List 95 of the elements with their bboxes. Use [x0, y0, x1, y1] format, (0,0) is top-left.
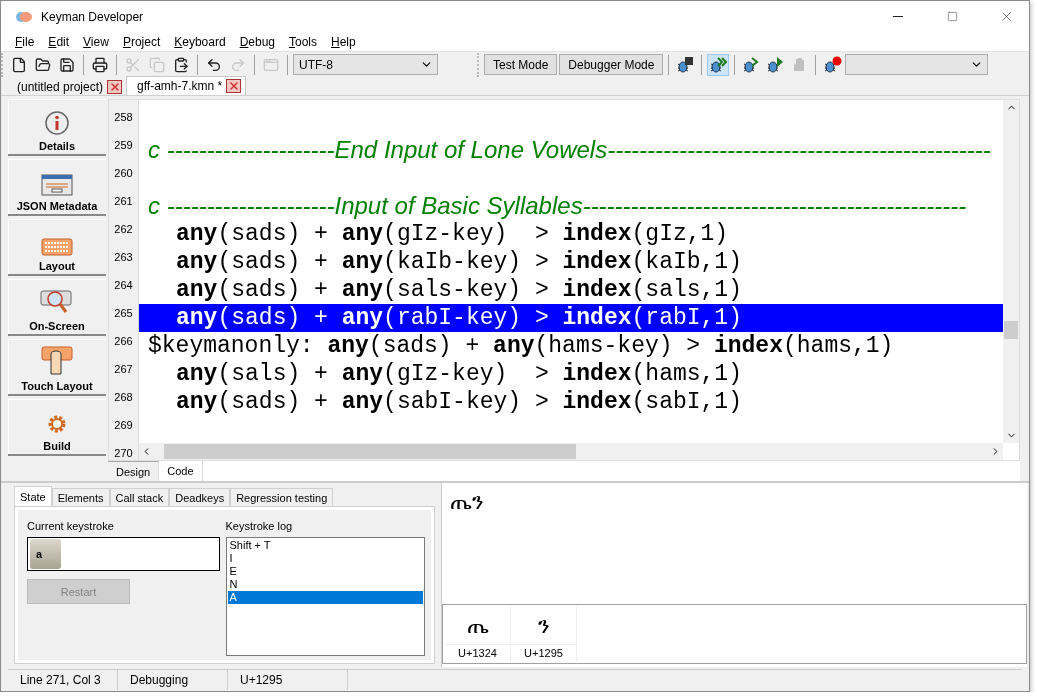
mode-button[interactable]: Test Mode: [484, 54, 558, 75]
line-number: 267: [113, 362, 134, 377]
window-card-icon: [41, 174, 73, 196]
debug-tab[interactable]: Call stack: [109, 488, 170, 506]
debug-tab[interactable]: Elements: [51, 488, 110, 506]
maximize-icon: [946, 11, 958, 22]
view-tab[interactable]: Design: [108, 461, 160, 481]
sidebar-label: Build: [43, 440, 71, 452]
info-icon: [44, 110, 70, 136]
horizontal-scrollbar[interactable]: [139, 443, 1003, 460]
vertical-scrollbar[interactable]: [1003, 100, 1019, 443]
code-line: any(sads) + any(kaIb-key) > index(kaIb,1): [175, 248, 743, 276]
cut-icon: [125, 56, 141, 73]
app-logo-icon: [15, 9, 33, 24]
sidebar-label: JSON Metadata: [16, 200, 98, 212]
windows-icon: [263, 56, 279, 73]
debug-tab[interactable]: State: [14, 486, 52, 506]
file-tab[interactable]: gff-amh-7.kmn *: [126, 76, 247, 95]
output-text: ጤን: [449, 488, 485, 516]
redo-icon: [230, 56, 246, 73]
status-text: Line 271, Col 3: [8, 670, 118, 690]
close-tab-icon[interactable]: [226, 79, 242, 93]
sidebar-button[interactable]: Touch Layout: [8, 339, 106, 396]
debug-tool-button[interactable]: [707, 53, 730, 76]
line-number: 259: [113, 138, 134, 153]
status-text: U+1295: [228, 670, 348, 690]
menu-item[interactable]: Edit: [41, 34, 77, 49]
log-item[interactable]: A: [227, 591, 423, 604]
character-glyph: ን: [536, 611, 551, 640]
code-point: U+1324: [445, 644, 510, 661]
menu-item[interactable]: Project: [115, 34, 168, 49]
field-label: Keystroke log: [225, 520, 294, 532]
line-number: 258: [113, 110, 134, 125]
code-line: c ---------------------End Input of Lone Vowels------------------------------------------------: [147, 136, 992, 164]
scroll-thumb[interactable]: [1004, 321, 1018, 339]
sidebar-label: Touch Layout: [21, 380, 93, 392]
encoding-dropdown[interactable]: UTF-8: [293, 54, 438, 75]
copy-icon: [149, 56, 165, 73]
key-cap: a: [30, 539, 61, 569]
character-glyph: ጤ: [465, 611, 490, 640]
code-line: c ---------------------Input of Basic Syllables------------------------------------------------: [147, 192, 968, 220]
sidebar-label: On-Screen: [29, 320, 85, 332]
scroll-thumb[interactable]: [164, 444, 576, 459]
line-number: 268: [113, 390, 134, 405]
bug-breakpoint-icon: [822, 54, 843, 75]
sidebar-button[interactable]: Layout: [8, 219, 106, 276]
save-icon: [59, 56, 75, 73]
sidebar-button[interactable]: Build: [8, 399, 106, 456]
menu-item[interactable]: Tools: [282, 34, 324, 49]
code-line: any(sals) + any(gIz-key) > index(hams,1): [175, 360, 743, 388]
sidebar-button[interactable]: On-Screen: [8, 279, 106, 336]
printer-icon: [92, 56, 108, 73]
log-item[interactable]: E: [227, 565, 423, 578]
minimize-icon: [893, 16, 903, 17]
line-number: 266: [113, 334, 134, 349]
window-title: Keyman Developer: [41, 9, 145, 24]
sidebar-button[interactable]: Details: [8, 99, 106, 156]
keyboard-icon: [41, 238, 73, 256]
menu-item[interactable]: View: [76, 34, 116, 49]
mode-button[interactable]: Debugger Mode: [559, 54, 664, 75]
menu-item[interactable]: Debug: [232, 34, 282, 49]
code-line: any(sads) + any(gIz-key) > index(gIz,1): [175, 220, 730, 248]
debug-tab[interactable]: Deadkeys: [169, 488, 231, 506]
line-number: 269: [113, 418, 134, 433]
line-number: 264: [113, 278, 134, 293]
sidebar-label: Details: [38, 140, 76, 152]
paste-icon: [173, 56, 189, 73]
line-number: 261: [113, 194, 134, 209]
sidebar-label: Layout: [38, 260, 76, 272]
log-item[interactable]: N: [227, 578, 423, 591]
menu-item[interactable]: Keyboard: [167, 34, 233, 49]
menu-item[interactable]: Help: [324, 34, 363, 49]
bug-stop-icon: [675, 54, 696, 75]
field-label: Current keystroke: [27, 520, 115, 532]
log-item[interactable]: I: [227, 552, 423, 565]
code-point: U+1295: [511, 644, 576, 661]
log-item[interactable]: Shift + T: [227, 539, 423, 552]
sidebar-button[interactable]: JSON Metadata: [8, 159, 106, 216]
debug-tab[interactable]: Regression testing: [230, 488, 334, 506]
line-number: 262: [113, 222, 134, 237]
close-tab-icon[interactable]: [107, 79, 123, 94]
undo-icon: [206, 56, 222, 73]
code-line: $keymanonly: any(sads) + any(hams-key) > index(hams,1): [147, 332, 895, 360]
line-number: 265: [113, 306, 134, 321]
status-text: Debugging: [118, 670, 228, 690]
open-folder-icon: [35, 56, 51, 73]
keyboard-finger-icon: [41, 346, 73, 376]
line-number: 263: [113, 250, 134, 265]
code-line: any(sads) + any(sals-key) > index(sals,1): [175, 276, 743, 304]
line-number: 260: [113, 166, 134, 181]
code-line: any(sads) + any(sabI-key) > index(sabI,1): [175, 388, 743, 416]
bug-fast-forward-icon: [708, 54, 729, 75]
line-number: 270: [113, 446, 134, 461]
menu-item[interactable]: File: [8, 34, 42, 49]
new-file-icon: [11, 56, 27, 73]
